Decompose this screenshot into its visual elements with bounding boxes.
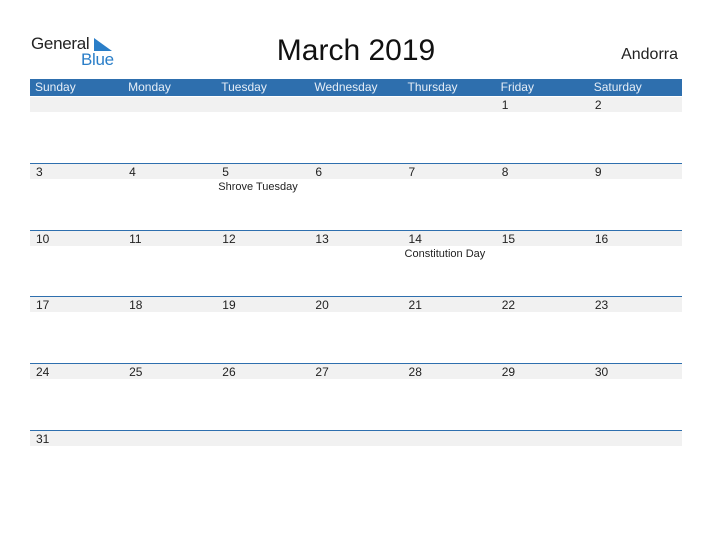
weekday-tuesday: Tuesday — [221, 80, 267, 94]
week-row: 24 25 26 27 28 29 30 — [30, 363, 682, 431]
day-number: 23 — [594, 298, 609, 312]
weekday-thursday: Thursday — [407, 80, 458, 94]
day-cell: 21 — [403, 297, 496, 364]
day-cell — [30, 97, 123, 164]
week-row: 10 11 12 13 14 Constitution Day 15 16 — [30, 230, 682, 298]
day-number: 30 — [594, 365, 609, 379]
day-cell: 28 — [403, 364, 496, 431]
day-number: 6 — [315, 165, 323, 179]
day-cell: 22 — [496, 297, 589, 364]
day-number: 5 — [222, 165, 229, 179]
country-label: Andorra — [621, 46, 678, 63]
day-cell: 15 — [496, 231, 589, 298]
day-number: 24 — [36, 365, 50, 379]
day-cell: 1 — [496, 97, 589, 164]
day-cell — [589, 431, 682, 498]
day-cell: 8 — [496, 164, 589, 231]
day-number: 26 — [222, 365, 236, 379]
day-cell: 2 — [589, 97, 682, 164]
day-number: 7 — [408, 165, 416, 179]
day-cell: 12 — [216, 231, 309, 298]
day-cell: 27 — [309, 364, 402, 431]
day-cell — [403, 97, 496, 164]
day-number: 19 — [222, 298, 236, 312]
day-cell: 25 — [123, 364, 216, 431]
day-cell — [309, 97, 402, 164]
day-cell — [123, 97, 216, 164]
day-cell: 7 — [403, 164, 496, 231]
day-number: 15 — [501, 232, 516, 246]
day-number: 27 — [315, 365, 329, 379]
day-number: 14 — [408, 232, 422, 246]
day-cell: 4 — [123, 164, 216, 231]
day-cell — [496, 431, 589, 498]
day-cell — [216, 97, 309, 164]
day-cell: 14 Constitution Day — [403, 231, 496, 298]
day-cell: 17 — [30, 297, 123, 364]
day-number: 29 — [501, 365, 516, 379]
day-cell: 10 — [30, 231, 123, 298]
day-number: 25 — [129, 365, 143, 379]
day-number: 9 — [594, 165, 602, 179]
day-number: 22 — [501, 298, 516, 312]
day-cell: 24 — [30, 364, 123, 431]
day-number: 11 — [129, 232, 142, 246]
weekday-wednesday: Wednesday — [314, 80, 378, 94]
week-row: 17 18 19 20 21 22 23 — [30, 296, 682, 364]
week-row: 31 — [30, 430, 682, 498]
day-number: 12 — [222, 232, 236, 246]
day-cell: 20 — [309, 297, 402, 364]
day-cell: 30 — [589, 364, 682, 431]
day-cell — [309, 431, 402, 498]
day-cell: 18 — [123, 297, 216, 364]
day-number: 28 — [408, 365, 422, 379]
day-number: 1 — [501, 98, 509, 112]
week-row: 3 4 5 Shrove Tuesday 6 7 8 9 — [30, 163, 682, 231]
day-number: 3 — [36, 165, 43, 179]
weekday-friday: Friday — [500, 80, 534, 94]
day-cell: 23 — [589, 297, 682, 364]
day-cell — [216, 431, 309, 498]
weekday-header: Sunday Monday Tuesday Wednesday Thursday Frid… — [30, 79, 682, 96]
weekday-saturday: Saturday — [593, 80, 642, 94]
day-number: 18 — [129, 298, 143, 312]
week-row: 12 — [30, 97, 682, 164]
day-cell: 26 — [216, 364, 309, 431]
holiday-label: Constitution Day — [404, 248, 486, 260]
day-cell: 11 — [123, 231, 216, 298]
day-cell: 6 — [309, 164, 402, 231]
day-cell: 31 — [30, 431, 123, 498]
day-number: 16 — [594, 232, 609, 246]
day-number: 31 — [36, 432, 50, 446]
calendar-title: March 2019 — [276, 34, 436, 67]
day-cell: 9 — [589, 164, 682, 231]
day-number: 8 — [501, 165, 509, 179]
day-number: 17 — [36, 298, 50, 312]
day-cell: 16 — [589, 231, 682, 298]
day-cell: 29 — [496, 364, 589, 431]
day-number: 13 — [315, 232, 329, 246]
day-number: 10 — [36, 232, 50, 246]
weekday-monday: Monday — [128, 80, 171, 94]
day-number: 20 — [315, 298, 329, 312]
holiday-label: Shrove Tuesday — [218, 181, 298, 193]
day-number: 2 — [594, 98, 602, 112]
day-number: 4 — [129, 165, 136, 179]
day-cell — [123, 431, 216, 498]
day-cell: 5 Shrove Tuesday — [216, 164, 309, 231]
day-number: 21 — [408, 298, 422, 312]
day-cell: 19 — [216, 297, 309, 364]
day-cell: 13 — [309, 231, 402, 298]
day-cell: 3 — [30, 164, 123, 231]
day-cell — [403, 431, 496, 498]
weekday-sunday: Sunday — [35, 80, 76, 94]
